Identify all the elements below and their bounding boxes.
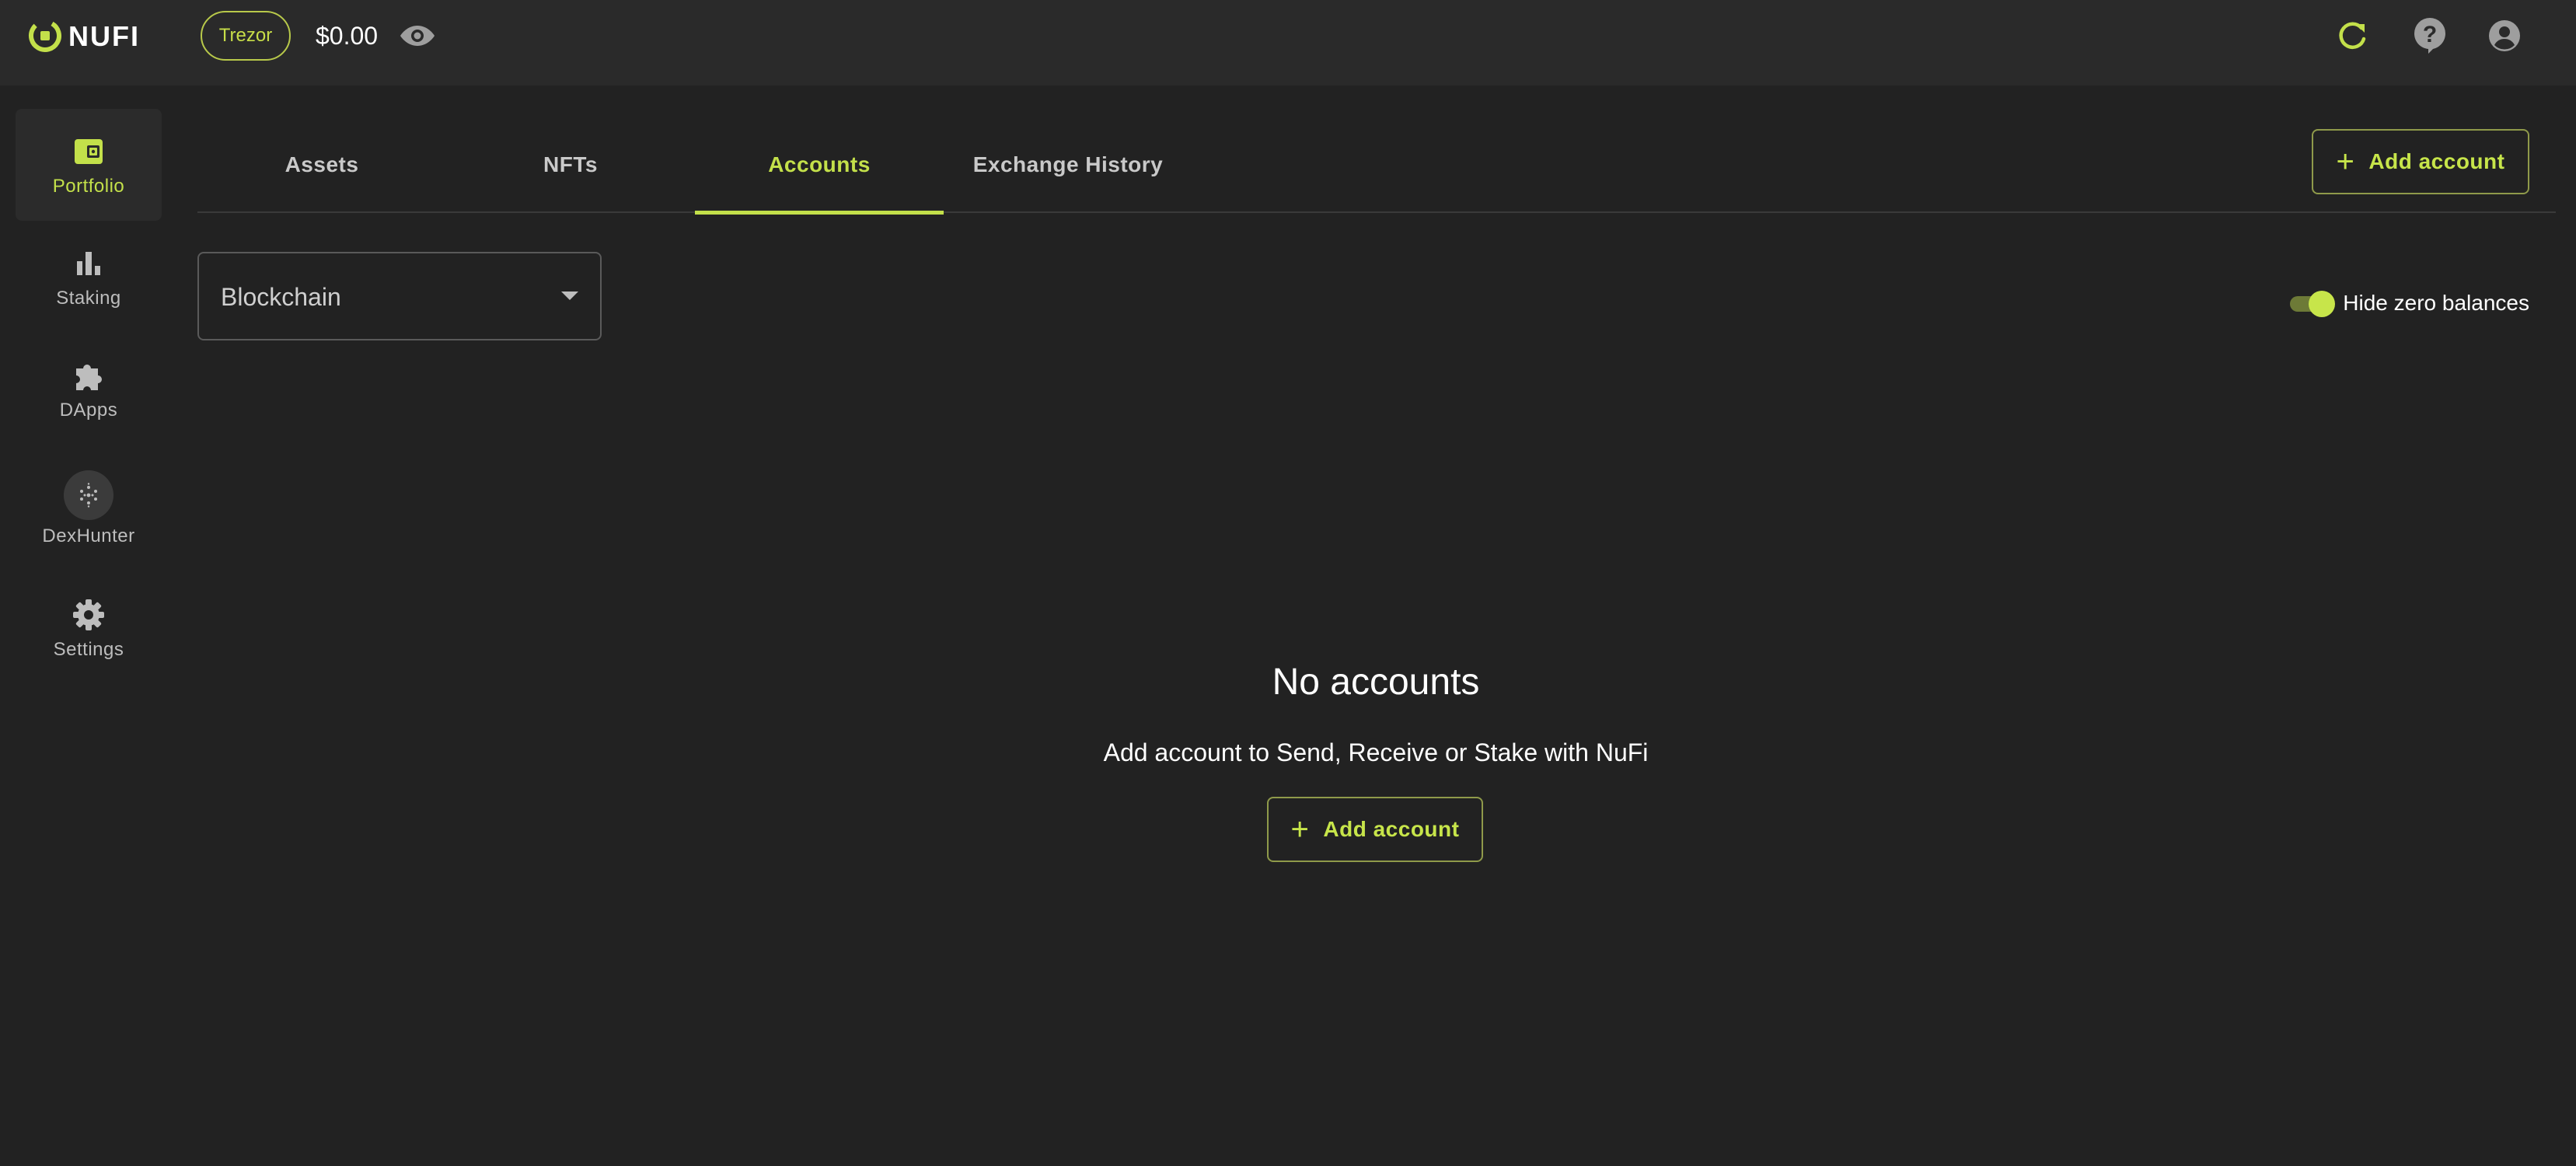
hide-zero-balances-label: Hide zero balances xyxy=(2343,291,2529,315)
svg-text:NUFI: NUFI xyxy=(68,20,140,52)
wallet-icon xyxy=(73,132,104,171)
tab-exchange-history[interactable]: Exchange History xyxy=(944,117,1192,213)
blockchain-select-label: Blockchain xyxy=(221,283,341,311)
puzzle-icon xyxy=(72,356,105,395)
plus-icon: + xyxy=(2336,145,2355,179)
help-button[interactable]: ? xyxy=(2408,16,2452,56)
portfolio-tabs: Assets NFTs Accounts Exchange History xyxy=(197,117,2556,215)
toggle-balance-visibility-button[interactable] xyxy=(398,17,437,54)
sidebar-item-label: Staking xyxy=(56,288,121,309)
gear-icon xyxy=(72,595,105,634)
svg-text:?: ? xyxy=(2423,22,2437,47)
help-icon: ? xyxy=(2414,18,2445,54)
tab-assets[interactable]: Assets xyxy=(197,117,446,213)
empty-state-add-account-button[interactable]: + Add account xyxy=(1267,797,1483,862)
bar-chart-icon xyxy=(75,244,102,283)
logo-icon: NUFI xyxy=(29,19,140,52)
chevron-down-icon xyxy=(561,292,578,300)
sidebar-item-label: Portfolio xyxy=(52,176,125,197)
plus-icon: + xyxy=(1290,812,1310,847)
add-account-button[interactable]: + Add account xyxy=(2312,129,2529,194)
nufi-logo[interactable]: NUFI xyxy=(28,19,165,53)
sidebar-item-portfolio[interactable]: Portfolio xyxy=(16,109,162,221)
sidebar-item-dexhunter[interactable]: DexHunter xyxy=(16,445,162,572)
wallet-type-badge: Trezor xyxy=(201,11,291,61)
sidebar: Portfolio Staking DApps DexHunter Settin… xyxy=(16,109,162,684)
sidebar-item-dapps[interactable]: DApps xyxy=(16,333,162,445)
empty-state-title: No accounts xyxy=(1272,662,1480,703)
hide-zero-balances-toggle[interactable]: Hide zero balances xyxy=(2287,289,2529,317)
tab-nfts[interactable]: NFTs xyxy=(446,117,695,213)
add-account-label: Add account xyxy=(2368,149,2505,173)
account-button[interactable] xyxy=(2483,16,2526,56)
toggle-switch[interactable] xyxy=(2287,289,2336,317)
dexhunter-icon xyxy=(64,470,113,520)
empty-state-subtitle: Add account to Send, Receive or Stake wi… xyxy=(1103,738,1649,766)
sidebar-item-label: DApps xyxy=(59,400,118,421)
tab-accounts[interactable]: Accounts xyxy=(695,117,944,215)
refresh-button[interactable] xyxy=(2330,16,2374,56)
blockchain-select[interactable]: Blockchain xyxy=(197,252,602,340)
total-balance: $0.00 xyxy=(316,22,379,50)
sidebar-item-staking[interactable]: Staking xyxy=(16,221,162,333)
account-icon xyxy=(2489,20,2520,51)
add-account-label: Add account xyxy=(1323,817,1460,841)
sidebar-item-label: DexHunter xyxy=(42,525,135,546)
sidebar-item-label: Settings xyxy=(53,639,124,660)
refresh-icon xyxy=(2339,22,2366,50)
eye-icon xyxy=(400,26,435,46)
top-bar: NUFI Trezor $0.00 ? xyxy=(0,0,2576,86)
